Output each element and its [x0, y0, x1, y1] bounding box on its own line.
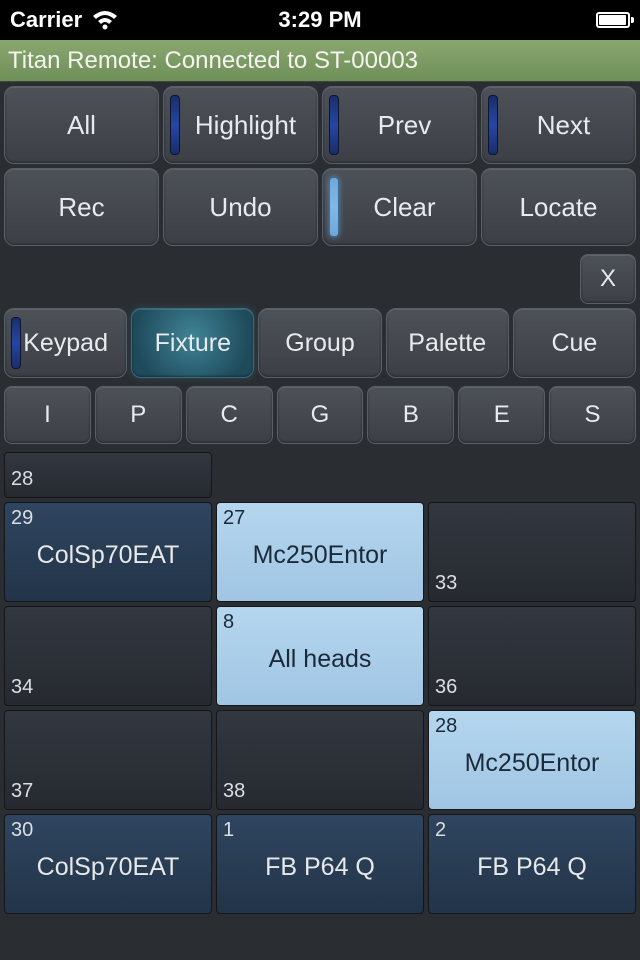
- status-bar: Carrier 3:29 PM: [0, 0, 640, 40]
- attr-position[interactable]: P: [95, 386, 182, 444]
- fixture-cell[interactable]: 2 FB P64 Q: [428, 814, 636, 914]
- prev-button[interactable]: Prev: [322, 86, 477, 164]
- tab-fixture[interactable]: Fixture: [131, 308, 254, 378]
- next-button[interactable]: Next: [481, 86, 636, 164]
- tab-group[interactable]: Group: [258, 308, 381, 378]
- battery-icon: [596, 12, 630, 28]
- fixture-cell[interactable]: 38: [216, 710, 424, 810]
- fixture-cell[interactable]: 30 ColSp70EAT: [4, 814, 212, 914]
- fixture-grid: 28 29 ColSp70EAT 27 Mc250Entor 33 34 8 A…: [0, 452, 640, 914]
- attr-special[interactable]: S: [549, 386, 636, 444]
- close-button[interactable]: X: [580, 254, 636, 304]
- fixture-cell[interactable]: 27 Mc250Entor: [216, 502, 424, 602]
- fixture-cell[interactable]: 34: [4, 606, 212, 706]
- fixture-cell[interactable]: 28 Mc250Entor: [428, 710, 636, 810]
- carrier-label: Carrier: [10, 7, 82, 33]
- fixture-cell[interactable]: 1 FB P64 Q: [216, 814, 424, 914]
- attribute-row: I P C G B E S: [0, 382, 640, 452]
- locate-button[interactable]: Locate: [481, 168, 636, 246]
- attr-beam[interactable]: B: [367, 386, 454, 444]
- x-row: X: [0, 250, 640, 304]
- attr-colour[interactable]: C: [186, 386, 273, 444]
- indicator-icon: [329, 177, 339, 237]
- mode-tabs: Keypad Fixture Group Palette Cue: [0, 304, 640, 382]
- attr-gobo[interactable]: G: [277, 386, 364, 444]
- tab-keypad[interactable]: Keypad: [4, 308, 127, 378]
- fixture-cell[interactable]: 37: [4, 710, 212, 810]
- tab-palette[interactable]: Palette: [386, 308, 509, 378]
- all-button[interactable]: All: [4, 86, 159, 164]
- rec-button[interactable]: Rec: [4, 168, 159, 246]
- undo-button[interactable]: Undo: [163, 168, 318, 246]
- fixture-cell[interactable]: 8 All heads: [216, 606, 424, 706]
- highlight-button[interactable]: Highlight: [163, 86, 318, 164]
- clear-button[interactable]: Clear: [322, 168, 477, 246]
- fixture-cell[interactable]: 28: [4, 452, 212, 498]
- attr-intensity[interactable]: I: [4, 386, 91, 444]
- connection-status: Titan Remote: Connected to ST-00003: [0, 40, 640, 82]
- indicator-icon: [11, 317, 21, 369]
- tab-cue[interactable]: Cue: [513, 308, 636, 378]
- fixture-cell[interactable]: 36: [428, 606, 636, 706]
- fixture-cell[interactable]: 29 ColSp70EAT: [4, 502, 212, 602]
- indicator-icon: [488, 95, 498, 155]
- indicator-icon: [170, 95, 180, 155]
- top-button-grid: All Highlight Prev Next Rec Undo Clear L…: [0, 82, 640, 250]
- indicator-icon: [329, 95, 339, 155]
- wifi-icon: [92, 10, 118, 30]
- clock: 3:29 PM: [278, 7, 361, 33]
- fixture-cell[interactable]: 33: [428, 502, 636, 602]
- attr-effect[interactable]: E: [458, 386, 545, 444]
